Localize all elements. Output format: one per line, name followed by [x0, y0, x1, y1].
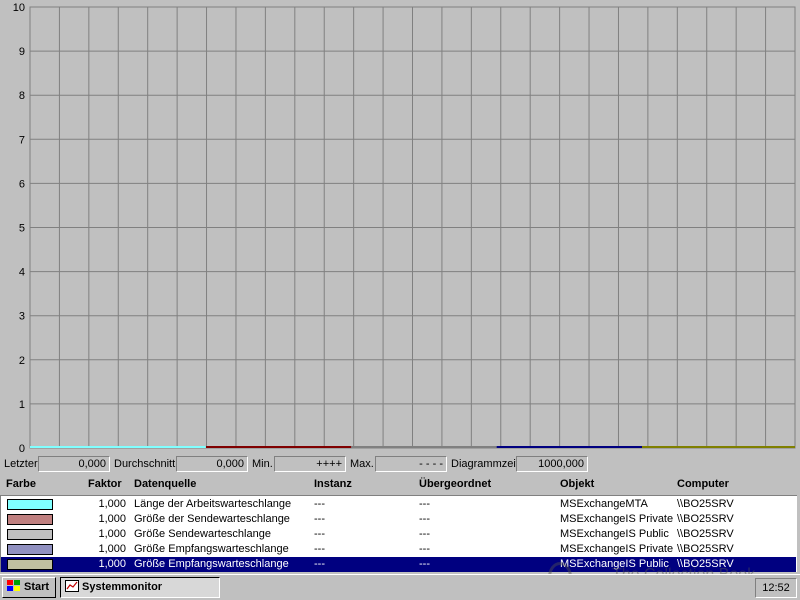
legend-row[interactable]: 1,000 Größe Empfangswarteschlange --- --… — [1, 542, 796, 557]
factor-cell: 1,000 — [98, 543, 126, 555]
legend-row[interactable]: 1,000 Länge der Arbeitswarteschlange ---… — [1, 497, 796, 512]
y-tick-label: 2 — [19, 355, 25, 367]
start-label: Start — [24, 581, 50, 593]
source-cell: Größe Empfangswarteschlange — [134, 543, 289, 555]
source-cell: Länge der Arbeitswarteschlange — [134, 498, 292, 510]
taskbar: Start Systemmonitor 12:52 — [0, 574, 800, 600]
header-instance[interactable]: Instanz — [314, 478, 352, 490]
factor-cell: 1,000 — [98, 528, 126, 540]
y-tick-label: 10 — [13, 2, 25, 14]
computer-cell: \\BO25SRV — [677, 498, 734, 510]
chart-area: 0 1 2 3 4 5 6 7 8 9 10 — [0, 0, 800, 456]
task-label: Systemmonitor — [82, 581, 163, 593]
object-cell: MSExchangeIS Private — [560, 513, 674, 525]
object-cell: MSExchangeIS Public — [560, 558, 669, 570]
graph-time-value: 1000,000 — [516, 456, 588, 472]
header-color[interactable]: Farbe — [6, 478, 36, 490]
y-tick-label: 1 — [19, 399, 25, 411]
color-swatch — [7, 514, 53, 525]
source-cell: Größe Sendewarteschlange — [134, 528, 271, 540]
object-cell: MSExchangeIS Public — [560, 528, 669, 540]
computer-cell: \\BO25SRV — [677, 528, 734, 540]
max-value: - - - - — [375, 456, 447, 472]
average-value: 0,000 — [176, 456, 248, 472]
legend: Farbe Faktor Datenquelle Instanz Übergeo… — [0, 476, 800, 572]
y-tick-label: 0 — [19, 443, 25, 455]
source-cell: Größe Empfangswarteschlange — [134, 558, 289, 570]
instance-cell: --- — [314, 528, 325, 540]
computer-cell: \\BO25SRV — [677, 543, 734, 555]
y-tick-label: 5 — [19, 223, 25, 235]
instance-cell: --- — [314, 513, 325, 525]
system-tray: 12:52 — [755, 578, 797, 598]
color-swatch — [7, 559, 53, 570]
parent-cell: --- — [419, 528, 430, 540]
computer-cell: \\BO25SRV — [677, 513, 734, 525]
legend-row[interactable]: 1,000 Größe Sendewarteschlange --- --- M… — [1, 527, 796, 542]
statistics-bar: Letzter 0,000 Durchschnitt 0,000 Min. ++… — [0, 456, 800, 474]
instance-cell: --- — [314, 498, 325, 510]
last-label: Letzter — [4, 458, 38, 470]
y-tick-label: 9 — [19, 46, 25, 58]
parent-cell: --- — [419, 558, 430, 570]
y-tick-label: 8 — [19, 90, 25, 102]
color-swatch — [7, 544, 53, 555]
color-swatch — [7, 529, 53, 540]
y-tick-label: 3 — [19, 311, 25, 323]
object-cell: MSExchangeIS Private — [560, 543, 674, 555]
performance-monitor-icon — [65, 580, 79, 592]
y-tick-label: 6 — [19, 178, 25, 190]
header-object[interactable]: Objekt — [560, 478, 594, 490]
windows-logo-icon — [7, 580, 20, 591]
legend-row[interactable]: 1,000 Größe der Sendewarteschlange --- -… — [1, 512, 796, 527]
factor-cell: 1,000 — [98, 558, 126, 570]
legend-header: Farbe Faktor Datenquelle Instanz Übergeo… — [0, 476, 800, 494]
source-cell: Größe der Sendewarteschlange — [134, 513, 290, 525]
y-tick-label: 7 — [19, 134, 25, 146]
start-button[interactable]: Start — [2, 577, 56, 598]
min-label: Min. — [252, 458, 273, 470]
max-label: Max. — [350, 458, 374, 470]
factor-cell: 1,000 — [98, 513, 126, 525]
header-source[interactable]: Datenquelle — [134, 478, 196, 490]
last-value: 0,000 — [38, 456, 110, 472]
graph-time-label: Diagrammzeit — [451, 458, 519, 470]
parent-cell: --- — [419, 498, 430, 510]
parent-cell: --- — [419, 543, 430, 555]
header-computer[interactable]: Computer — [677, 478, 729, 490]
legend-row-selected[interactable]: 1,000 Größe Empfangswarteschlange --- --… — [1, 557, 796, 572]
header-factor[interactable]: Faktor — [88, 478, 122, 490]
y-tick-label: 4 — [19, 267, 25, 279]
object-cell: MSExchangeMTA — [560, 498, 648, 510]
factor-cell: 1,000 — [98, 498, 126, 510]
instance-cell: --- — [314, 543, 325, 555]
clock: 12:52 — [762, 582, 790, 594]
task-button-systemmonitor[interactable]: Systemmonitor — [60, 577, 220, 598]
chart-plot: 0 1 2 3 4 5 6 7 8 9 10 — [13, 2, 796, 455]
parent-cell: --- — [419, 513, 430, 525]
instance-cell: --- — [314, 558, 325, 570]
average-label: Durchschnitt — [114, 458, 176, 470]
color-swatch — [7, 499, 53, 510]
min-value: ++++ — [274, 456, 346, 472]
header-parent[interactable]: Übergeordnet — [419, 478, 491, 490]
computer-cell: \\BO25SRV — [677, 558, 734, 570]
legend-list[interactable]: 1,000 Länge der Arbeitswarteschlange ---… — [0, 495, 797, 572]
